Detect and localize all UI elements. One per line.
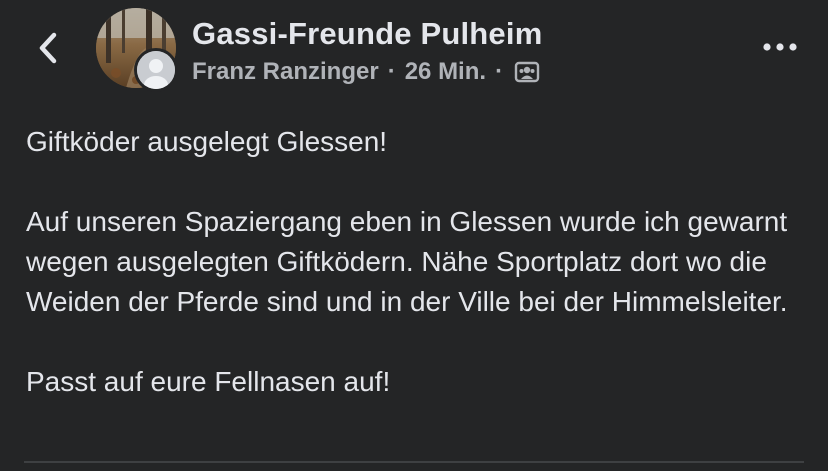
group-name-link[interactable]: Gassi-Freunde Pulheim	[192, 16, 542, 52]
post-paragraph-body: Auf unseren Spaziergang eben in Glessen …	[26, 206, 788, 317]
author-name-link[interactable]: Franz Ranzinger	[192, 58, 379, 86]
meta-separator: ·	[387, 58, 396, 85]
post-paragraph-title: Giftköder ausgelegt Glessen!	[26, 126, 388, 157]
more-horizontal-icon	[763, 43, 797, 51]
post-avatar[interactable]	[96, 8, 188, 92]
divider	[24, 461, 804, 463]
author-avatar[interactable]	[134, 48, 178, 92]
more-options-button[interactable]	[758, 32, 802, 62]
post-meta: Franz Ranzinger · 26 Min. ·	[192, 58, 540, 86]
post-text: Giftköder ausgelegt Glessen! Auf unseren…	[26, 122, 816, 402]
group-members-icon	[514, 59, 540, 85]
default-user-icon	[137, 51, 175, 89]
meta-separator: ·	[495, 58, 504, 85]
post-timestamp[interactable]: 26 Min.	[405, 58, 486, 86]
chevron-left-icon	[39, 32, 57, 64]
back-button[interactable]	[28, 26, 68, 70]
post-paragraph-closing: Passt auf eure Fellnasen auf!	[26, 366, 391, 397]
